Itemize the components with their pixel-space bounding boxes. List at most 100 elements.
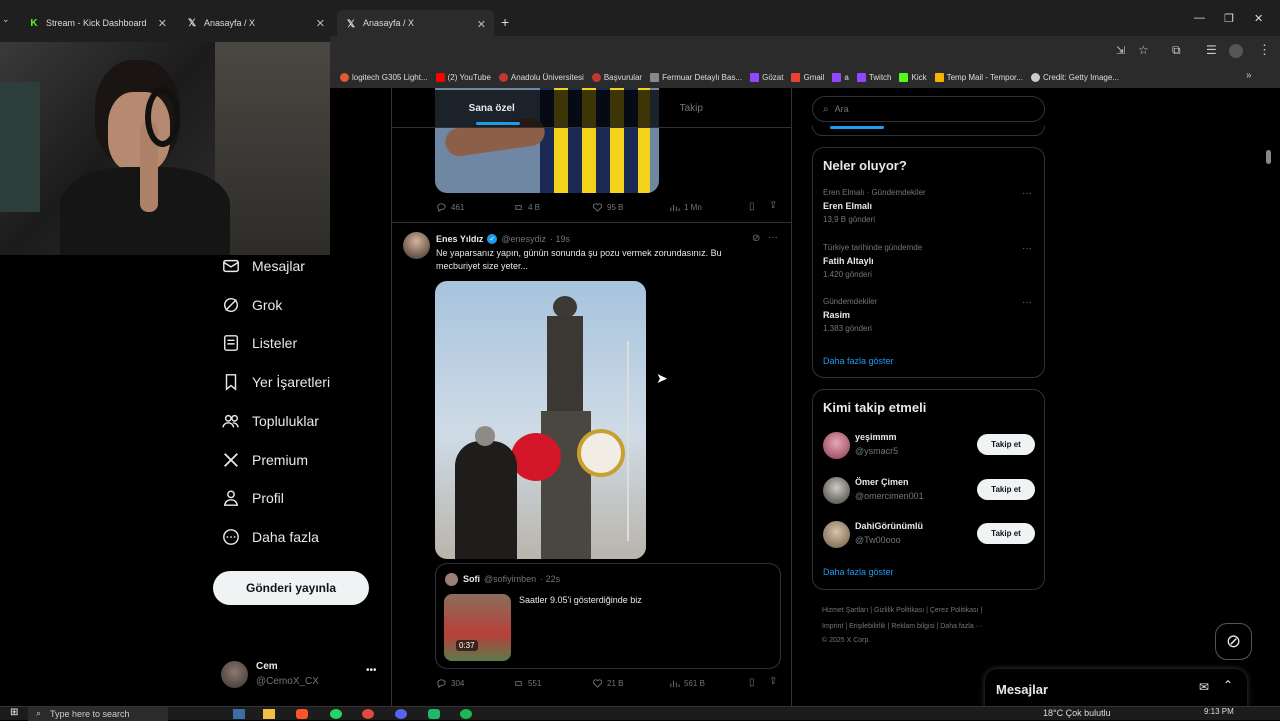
follow-suggestion[interactable]: Ömer Çimen @omercimen001 Takip et <box>823 475 1035 509</box>
scrollbar-thumb[interactable] <box>1266 150 1271 164</box>
chrome-icon[interactable] <box>362 709 374 719</box>
bookmark-twitch[interactable]: Twitch <box>856 72 891 82</box>
nav-premium[interactable]: Premium <box>222 451 308 469</box>
share-icon[interactable]: ⇪ <box>769 200 777 211</box>
trend-item[interactable]: Gündemdekiler Rasim 1.383 gönderi <box>823 297 877 333</box>
nav-bookmarks[interactable]: Yer İşaretleri <box>222 373 330 391</box>
nav-grok[interactable]: Grok <box>222 296 282 314</box>
bookmark-basvurular[interactable]: Başvurular <box>591 72 642 82</box>
kick-icon[interactable] <box>428 709 440 719</box>
more-dots-icon[interactable]: ··· <box>1022 243 1032 254</box>
clock[interactable]: 9:13 PM <box>1204 707 1234 716</box>
more-bookmarks-icon[interactable]: » <box>1246 70 1252 81</box>
post-button[interactable]: Gönderi yayınla <box>213 571 369 605</box>
close-window-icon[interactable]: ✕ <box>1254 12 1263 25</box>
bookmark-anadolu[interactable]: Anadolu Üniversitesi <box>498 72 584 82</box>
close-tab-icon[interactable]: ✕ <box>477 18 486 31</box>
trend-item[interactable]: Eren Elmalı · Gündemdekiler Eren Elmalı … <box>823 188 926 224</box>
spotify-icon[interactable] <box>460 709 472 719</box>
footer-links[interactable]: Hizmet Şartları | Gizlilik Politikası | … <box>822 603 1042 619</box>
tab-kick-dashboard[interactable]: K Stream - Kick Dashboard ✕ <box>20 10 175 36</box>
follow-button[interactable]: Takip et <box>977 479 1035 500</box>
account-switcher[interactable]: Cem @CemoX_CX ••• <box>221 659 381 691</box>
file-explorer-icon[interactable] <box>263 709 275 719</box>
avatar[interactable] <box>403 232 430 259</box>
like-button[interactable]: 21 B <box>592 678 623 689</box>
media-controls-icon[interactable]: ☰ <box>1206 43 1217 57</box>
bookmark-logitech[interactable]: logitech G305 Light... <box>340 72 428 82</box>
taskbar-search[interactable]: ⌕ Type here to search <box>28 707 168 721</box>
reply-button[interactable]: 304 <box>436 678 464 689</box>
bookmark-icon[interactable]: ▯ <box>749 677 755 688</box>
footer-links[interactable]: Imprint | Erişilebilirlik | Reklam bilgi… <box>822 619 1042 635</box>
bookmark-gmail[interactable]: Gmail <box>791 72 824 82</box>
bookmark-getty[interactable]: Credit: Getty Image... <box>1030 72 1119 82</box>
more-dots-icon[interactable]: ··· <box>1022 297 1032 308</box>
profile-avatar-icon[interactable] <box>1229 44 1243 58</box>
expand-icon[interactable]: ⌃ <box>1223 678 1233 692</box>
repost-button[interactable]: 551 <box>513 678 541 689</box>
nav-profile[interactable]: Profil <box>222 489 284 507</box>
trend-item[interactable]: Türkiye tarihinde gündemde Fatih Altaylı… <box>823 243 922 279</box>
bookmark-gozat[interactable]: Gözat <box>750 72 783 82</box>
tab-following[interactable]: Takip <box>592 90 792 127</box>
follow-button[interactable]: Takip et <box>977 523 1035 544</box>
nav-communities[interactable]: Topluluklar <box>222 412 319 430</box>
follow-button[interactable]: Takip et <box>977 434 1035 455</box>
bookmark-kick[interactable]: Kick <box>899 72 927 82</box>
close-tab-icon[interactable]: ✕ <box>158 17 167 30</box>
messages-drawer[interactable]: Mesajlar ✉ ⌃ <box>985 669 1247 709</box>
bookmark-icon[interactable]: ▯ <box>749 201 755 212</box>
grok-floating-button[interactable]: ⊘ <box>1215 623 1252 660</box>
show-more-link[interactable]: Daha fazla göster <box>823 567 894 577</box>
like-button[interactable]: 95 B <box>592 202 623 213</box>
new-message-icon[interactable]: ✉ <box>1199 680 1209 694</box>
subscribe-button-edge[interactable] <box>830 126 884 129</box>
discord-icon[interactable] <box>395 709 407 719</box>
quote-video-thumbnail[interactable]: 0:37 <box>444 594 511 661</box>
install-app-icon[interactable]: ⇲ <box>1116 44 1125 57</box>
maximize-icon[interactable]: ❐ <box>1224 12 1234 25</box>
weather-widget[interactable]: 18°C Çok bulutlu <box>1043 708 1111 718</box>
close-tab-icon[interactable]: ✕ <box>316 17 325 30</box>
tweet-image[interactable] <box>435 281 646 559</box>
windows-start-icon[interactable]: ⊞ <box>10 707 18 718</box>
reply-button[interactable]: 461 <box>436 202 464 213</box>
tweet-handle[interactable]: @enesydiz <box>501 234 546 244</box>
share-icon[interactable]: ⇪ <box>769 676 777 687</box>
repost-button[interactable]: 4 B <box>513 202 540 213</box>
nav-lists[interactable]: Listeler <box>222 334 297 352</box>
tab-list-chevron-icon[interactable]: ⌄ <box>2 14 16 30</box>
bookmark-temp-mail[interactable]: Temp Mail - Tempor... <box>934 72 1023 82</box>
whatsapp-icon[interactable] <box>330 709 342 719</box>
bookmark-fermuar[interactable]: Fermuar Detaylı Bas... <box>650 72 742 82</box>
tweet-time[interactable]: · 19s <box>550 234 570 244</box>
views-button[interactable]: 1 Mn <box>669 202 702 213</box>
views-button[interactable]: 561 B <box>669 678 705 689</box>
grok-icon[interactable]: ⊘ <box>752 233 760 244</box>
bookmark-a[interactable]: a <box>832 72 849 82</box>
nav-more[interactable]: Daha fazla <box>222 528 319 546</box>
minimize-icon[interactable]: — <box>1194 12 1205 24</box>
bookmark-icon <box>225 374 237 391</box>
show-more-link[interactable]: Daha fazla göster <box>823 356 894 366</box>
tab-for-you[interactable]: Sana özel <box>392 90 592 127</box>
app-icon[interactable] <box>233 709 245 719</box>
more-dots-icon[interactable]: ··· <box>1022 188 1032 199</box>
quote-tweet[interactable]: Sofi @sofiyimben · 22s 0:37 Saatler 9.05… <box>435 563 781 669</box>
bookmark-star-icon[interactable]: ☆ <box>1138 43 1149 57</box>
brave-icon[interactable] <box>296 709 308 719</box>
search-input[interactable]: ⌕ Ara <box>812 96 1045 122</box>
tweet-author[interactable]: Enes Yıldız <box>436 234 483 244</box>
new-tab-button[interactable]: + <box>501 14 509 30</box>
follow-suggestion[interactable]: yeşimmm @ysmacr5 Takip et <box>823 430 1035 464</box>
menu-kebab-icon[interactable]: ⋮ <box>1258 42 1271 58</box>
nav-label: Mesajlar <box>252 258 305 274</box>
follow-suggestion[interactable]: DahiGörünümlü @Tw00ooo Takip et <box>823 519 1035 553</box>
more-dots-icon[interactable]: ··· <box>768 232 778 243</box>
extensions-icon[interactable]: ⧉ <box>1172 43 1181 58</box>
bookmark-youtube[interactable]: (2) YouTube <box>435 72 491 82</box>
nav-messages[interactable]: Mesajlar <box>222 257 305 275</box>
tab-x-home[interactable]: 𝕏 Anasayfa / X ✕ <box>178 10 333 36</box>
x-logo-icon: 𝕏 <box>346 18 356 30</box>
